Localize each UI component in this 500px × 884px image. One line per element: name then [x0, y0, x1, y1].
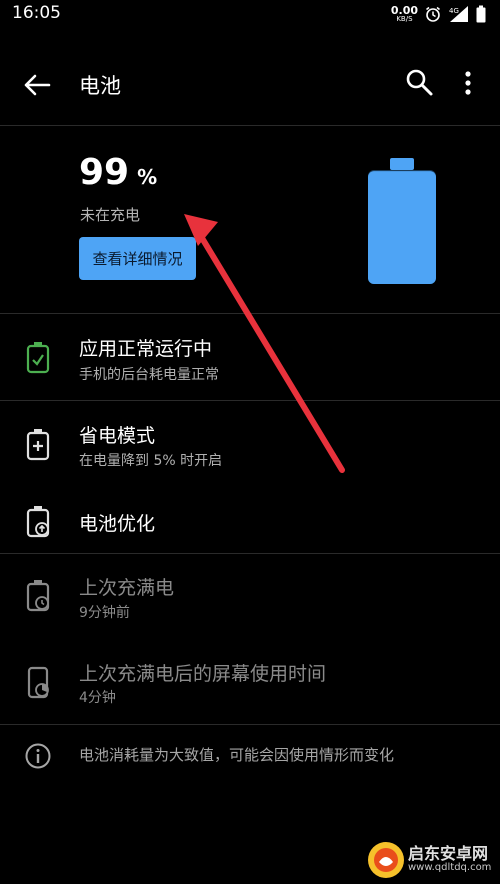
- divider: [0, 724, 500, 725]
- status-bar: 16:05 0.00 KB/S 4G: [0, 0, 500, 28]
- list-item-subtitle: 在电量降到 5% 时开启: [79, 453, 223, 469]
- list-item-title: 应用正常运行中: [79, 338, 213, 360]
- signal-label: 4G: [449, 7, 459, 15]
- status-time: 16:05: [12, 3, 61, 23]
- status-icons: 0.00 KB/S 4G: [391, 2, 486, 26]
- list-item-title: 省电模式: [79, 425, 156, 447]
- list-item-battery-optimization[interactable]: 电池优化: [0, 486, 500, 553]
- watermark-text: 启东安卓网: [408, 844, 489, 863]
- battery-icon: [476, 5, 486, 23]
- page-title: 电池: [79, 74, 121, 98]
- search-icon[interactable]: [402, 66, 436, 100]
- network-speed: 0.00 KB/S: [391, 5, 418, 23]
- info-icon: [25, 743, 51, 769]
- battery-fill: [368, 171, 436, 284]
- battery-terminal: [390, 158, 414, 170]
- list-item-power-saving[interactable]: 省电模式 在电量降到 5% 时开启: [0, 401, 500, 485]
- battery-percentage: 99 %: [79, 152, 157, 193]
- watermark: 启东安卓网 www.qdltdq.com: [362, 838, 496, 882]
- back-arrow-icon[interactable]: [20, 68, 54, 102]
- battery-level: 99: [79, 152, 130, 193]
- screen-time-icon: [27, 666, 49, 699]
- list-item-title: 上次充满电: [79, 577, 175, 599]
- list-item-screen-time: 上次充满电后的屏幕使用时间 4分钟: [0, 637, 500, 723]
- view-details-button[interactable]: 查看详细情况: [79, 237, 196, 280]
- list-item-subtitle: 9分钟前: [79, 605, 130, 621]
- signal-icon: 4G: [449, 6, 468, 22]
- list-item-title: 上次充满电后的屏幕使用时间: [79, 663, 327, 685]
- more-vert-icon[interactable]: [456, 66, 480, 100]
- network-speed-unit: KB/S: [396, 15, 413, 23]
- watermark-logo-icon: [368, 842, 404, 878]
- battery-saver-icon: [26, 429, 50, 461]
- alarm-icon: [426, 6, 440, 22]
- list-item-subtitle: 4分钟: [79, 690, 116, 706]
- charging-status: 未在充电: [80, 206, 141, 224]
- list-item-last-full-charge: 上次充满电 9分钟前: [0, 554, 500, 636]
- battery-unit: %: [137, 165, 158, 189]
- battery-info-text: 电池消耗量为大致值，可能会因使用情形而变化: [79, 746, 395, 764]
- list-item-subtitle: 手机的后台耗电量正常: [79, 367, 219, 383]
- list-item-app-status[interactable]: 应用正常运行中 手机的后台耗电量正常: [0, 314, 500, 400]
- battery-level-graphic: [368, 158, 436, 284]
- watermark-url: www.qdltdq.com: [408, 862, 492, 873]
- divider: [0, 125, 500, 126]
- battery-ok-icon: [26, 342, 50, 374]
- battery-optimize-icon: [26, 506, 50, 538]
- app-bar: 电池: [0, 52, 500, 116]
- battery-clock-icon: [26, 580, 50, 612]
- list-item-title: 电池优化: [79, 513, 156, 535]
